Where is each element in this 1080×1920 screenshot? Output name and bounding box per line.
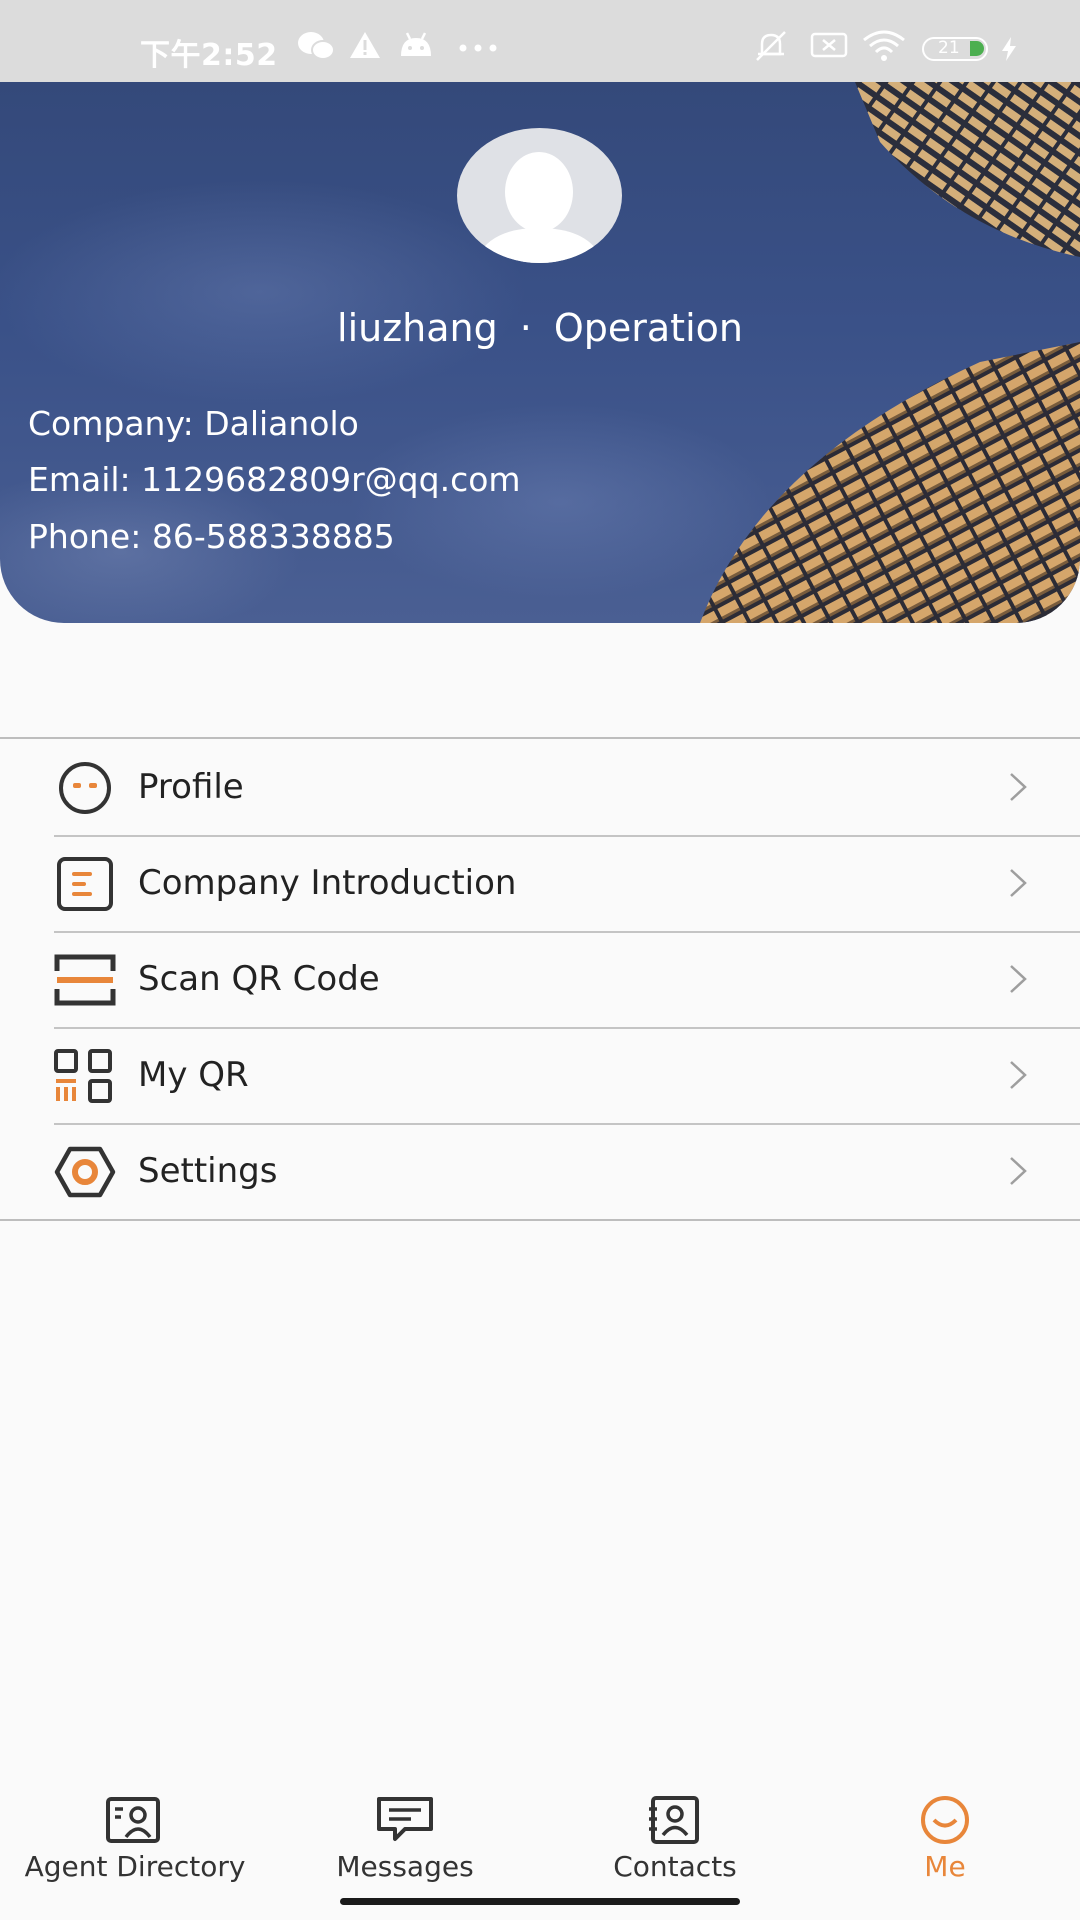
settings-hex-icon bbox=[54, 1146, 116, 1198]
username: liuzhang bbox=[337, 306, 498, 350]
nav-me[interactable]: Me bbox=[810, 1780, 1080, 1890]
no-sim-icon bbox=[810, 32, 848, 58]
menu-label: Company Introduction bbox=[138, 863, 517, 903]
mute-bell-icon bbox=[756, 31, 786, 61]
menu-label: Profile bbox=[138, 767, 244, 807]
nav-label: Me bbox=[924, 1850, 966, 1883]
message-icon bbox=[377, 1797, 433, 1841]
menu-label: My QR bbox=[138, 1055, 249, 1095]
chevron-right-icon bbox=[1010, 1157, 1027, 1185]
android-icon bbox=[401, 32, 431, 56]
nav-label: Agent Directory bbox=[24, 1850, 246, 1883]
status-bar: 下午2:52 21 bbox=[0, 0, 1080, 82]
charging-icon bbox=[1002, 37, 1016, 61]
menu-label: Scan QR Code bbox=[138, 959, 380, 999]
nav-messages[interactable]: Messages bbox=[270, 1780, 540, 1890]
menu-item-profile[interactable]: Profile bbox=[0, 739, 1080, 835]
avatar[interactable] bbox=[457, 128, 622, 263]
user-silhouette-icon bbox=[475, 152, 604, 263]
menu-item-settings[interactable]: Settings bbox=[0, 1123, 1080, 1219]
phone-info: Phone: 86-588338885 bbox=[28, 517, 395, 556]
nav-label: Messages bbox=[336, 1850, 474, 1883]
menu-label: Settings bbox=[138, 1151, 278, 1191]
wifi-icon bbox=[863, 30, 905, 61]
status-time: 下午2:52 bbox=[140, 38, 278, 73]
menu-item-my-qr[interactable]: My QR bbox=[0, 1027, 1080, 1123]
nav-label: Contacts bbox=[613, 1850, 737, 1883]
chevron-right-icon bbox=[1010, 1061, 1027, 1089]
battery-indicator: 21 bbox=[922, 37, 988, 61]
settings-menu: Profile Company Introduction Scan QR Cod… bbox=[0, 737, 1080, 1221]
menu-item-scan-qr-code[interactable]: Scan QR Code bbox=[0, 931, 1080, 1027]
contacts-icon bbox=[649, 1796, 699, 1844]
battery-level: 21 bbox=[938, 38, 960, 58]
agent-directory-icon bbox=[106, 1797, 160, 1843]
chevron-right-icon bbox=[1010, 965, 1027, 993]
face-icon bbox=[59, 762, 111, 814]
more-dots-icon bbox=[459, 44, 497, 52]
warning-icon bbox=[350, 32, 380, 58]
user-name-department: liuzhang · Operation bbox=[0, 306, 1080, 350]
profile-header: liuzhang · Operation Company: Dalianolo Em… bbox=[0, 82, 1080, 623]
chevron-right-icon bbox=[1010, 773, 1027, 801]
email-info: Email: 1129682809r@qq.com bbox=[28, 460, 521, 499]
nav-contacts[interactable]: Contacts bbox=[540, 1780, 810, 1890]
document-icon bbox=[57, 857, 113, 911]
menu-item-company-introduction[interactable]: Company Introduction bbox=[0, 835, 1080, 931]
department: Operation bbox=[553, 306, 743, 350]
nav-agent-directory[interactable]: Agent Directory bbox=[0, 1780, 270, 1890]
chevron-right-icon bbox=[1010, 869, 1027, 897]
scan-icon bbox=[54, 954, 116, 1006]
me-face-icon bbox=[921, 1796, 969, 1844]
company-info: Company: Dalianolo bbox=[28, 404, 359, 443]
name-separator: · bbox=[519, 306, 532, 350]
home-indicator[interactable] bbox=[340, 1898, 740, 1905]
wechat-icon bbox=[298, 32, 335, 60]
qr-code-icon bbox=[54, 1049, 112, 1103]
